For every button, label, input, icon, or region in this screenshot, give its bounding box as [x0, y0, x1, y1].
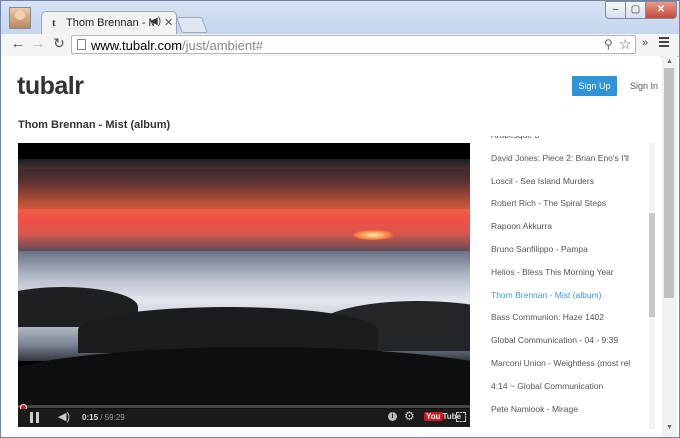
url-text[interactable]: www.tubalr.com/just/ambient#: [91, 38, 263, 53]
playlist-item[interactable]: 4:14 ~ Global Communication: [491, 381, 631, 391]
gear-icon[interactable]: ⚙: [404, 409, 415, 423]
title-bar: t Thom Brennan - Mist ◀) ✕ – ▢ ✕: [1, 1, 679, 35]
playlist-item[interactable]: Bruno Sanfilippo - Pampa: [491, 244, 631, 254]
youtube-logo-you: You: [424, 412, 443, 421]
url-domain: www.tubalr.com: [91, 38, 183, 53]
video-frame: [18, 159, 470, 411]
playlist-scrollbar[interactable]: [649, 143, 655, 429]
page-icon: [77, 39, 86, 50]
info-icon[interactable]: i: [388, 412, 397, 421]
close-tab-icon[interactable]: ✕: [164, 16, 173, 29]
player-controls: ◀) 0:15 / 59:29 i ⚙ You Tube: [18, 409, 470, 427]
back-arrow-icon[interactable]: ←: [9, 35, 27, 52]
volume-icon[interactable]: ◀): [58, 410, 70, 423]
extensions-chevron-icon[interactable]: »: [642, 37, 648, 49]
pause-icon[interactable]: [30, 412, 39, 423]
search-icon[interactable]: ⚲: [604, 37, 613, 51]
tab-title: Thom Brennan - Mist: [66, 17, 154, 29]
current-time: 0:15: [82, 413, 99, 422]
time-display: 0:15 / 59:29: [82, 413, 125, 422]
url-path: /just/ambient#: [182, 38, 263, 53]
playlist-item[interactable]: Bass Communion: Haze 1402: [491, 312, 631, 322]
browser-toolbar: ← → ↻ www.tubalr.com/just/ambient# ⚲ ☆ »: [1, 34, 679, 57]
sign-in-link[interactable]: Sign In: [630, 81, 658, 91]
playlist-item[interactable]: David Jones: Piece 2: Brian Eno's I'll C…: [491, 153, 631, 163]
duration: / 59:29: [100, 413, 125, 422]
video-clouds: [18, 169, 470, 209]
sign-up-button[interactable]: Sign Up: [572, 76, 617, 96]
new-tab-button[interactable]: [176, 17, 208, 33]
bookmark-star-icon[interactable]: ☆: [619, 36, 632, 53]
fullscreen-icon[interactable]: [456, 412, 466, 422]
maximize-button[interactable]: ▢: [625, 1, 646, 19]
playlist: Arabesque 3 David Jones: Piece 2: Brian E…: [491, 136, 641, 434]
playlist-scroll-thumb[interactable]: [649, 213, 655, 317]
playlist-item[interactable]: Arabesque 3: [491, 136, 631, 140]
site-logo[interactable]: tubalr: [17, 72, 84, 101]
reload-icon[interactable]: ↻: [50, 35, 68, 52]
browser-tab[interactable]: t Thom Brennan - Mist ◀) ✕: [41, 11, 177, 35]
progress-bar[interactable]: [18, 405, 470, 408]
minimize-button[interactable]: –: [605, 1, 626, 19]
video-player[interactable]: ◀) 0:15 / 59:29 i ⚙ You Tube: [18, 143, 470, 427]
page-scrollbar[interactable]: ▲ ▼: [662, 56, 677, 437]
close-window-button[interactable]: ✕: [645, 1, 677, 19]
playlist-item[interactable]: Thom Brennan - Mist (album): [491, 290, 631, 300]
web-page: tubalr Sign Up Sign In Thom Brennan - Mi…: [1, 56, 661, 437]
video-hill: [78, 307, 378, 353]
address-bar[interactable]: www.tubalr.com/just/ambient# ⚲ ☆: [71, 35, 636, 54]
scroll-up-icon[interactable]: ▲: [666, 58, 673, 65]
scroll-down-icon[interactable]: ▼: [666, 424, 673, 431]
forward-arrow-icon[interactable]: →: [29, 35, 47, 52]
now-playing-title: Thom Brennan - Mist (album): [18, 119, 171, 131]
playlist-item[interactable]: Marconi Union - Weightless (most rel...: [491, 358, 631, 368]
playlist-item[interactable]: Helios - Bless This Morning Year: [491, 267, 631, 277]
playlist-item[interactable]: Global Communication - 04 - 9:39: [491, 335, 631, 345]
speaker-icon: ◀): [150, 16, 162, 27]
video-foreground: [18, 347, 470, 411]
page-scroll-thumb[interactable]: [664, 68, 674, 298]
tab-favicon-icon: t: [52, 17, 56, 29]
playlist-item[interactable]: Robert Rich - The Spiral Steps: [491, 198, 631, 208]
playlist-item[interactable]: Pete Namlook - Mirage: [491, 404, 631, 414]
video-sun: [353, 230, 393, 240]
playlist-item[interactable]: Loscil - Sea Island Murders: [491, 176, 631, 186]
playlist-item[interactable]: Rapoon Akkurra: [491, 221, 631, 231]
menu-icon[interactable]: [659, 37, 669, 47]
profile-avatar[interactable]: [9, 7, 31, 29]
